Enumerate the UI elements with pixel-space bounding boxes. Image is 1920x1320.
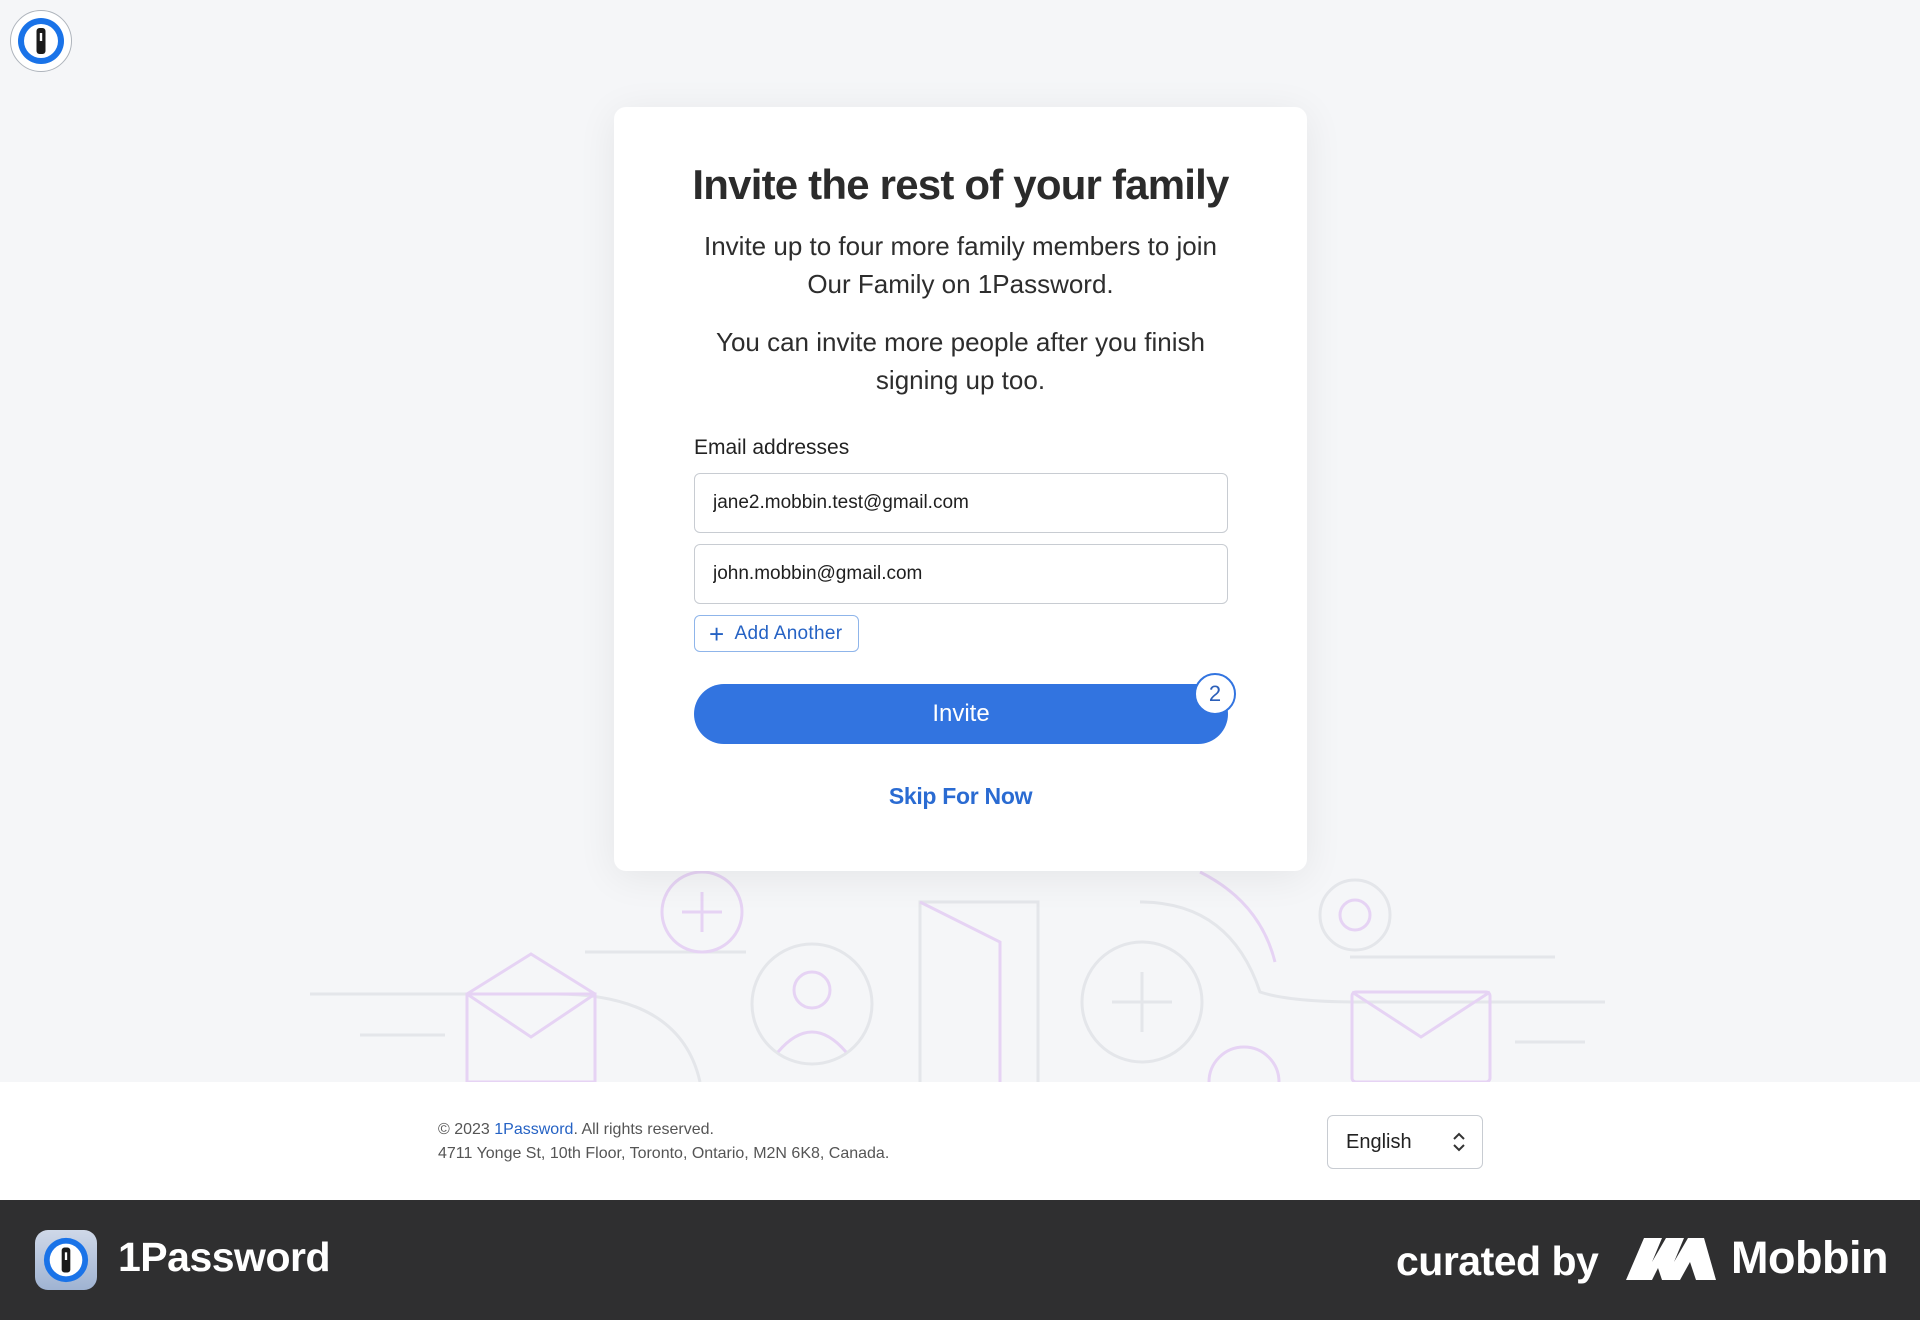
invite-count-badge: 2 [1194,673,1236,715]
1password-app-icon [35,1230,97,1290]
curator-name: Mobbin [1731,1232,1888,1283]
chevron-up-down-icon [1453,1132,1465,1152]
copyright-suffix: . All rights reserved. [573,1121,714,1138]
brand-bar: 1Password curated by Mobbin [0,1200,1920,1320]
invite-note: You can invite more people after you fin… [715,327,1205,395]
1password-link[interactable]: 1Password [494,1121,573,1138]
skip-for-now-link[interactable]: Skip For Now [614,783,1307,810]
email-field[interactable] [694,473,1228,533]
page-footer: © 2023 1Password. All rights reserved. 4… [0,1082,1920,1200]
add-another-label: Add Another [734,622,843,644]
plus-icon: + [709,618,725,649]
footer-address: 4711 Yonge St, 10th Floor, Toronto, Onta… [438,1145,890,1162]
invite-button[interactable]: Invite [694,684,1228,744]
copyright-prefix: © 2023 [438,1121,495,1138]
email-addresses-label: Email addresses [694,436,850,459]
email-field[interactable] [694,544,1228,604]
invite-description: Invite up to four more family members to… [704,231,1217,299]
background-illustration [310,870,1605,1082]
language-select[interactable]: English [1327,1115,1483,1169]
curated-by-text: curated by [1396,1238,1599,1284]
mobbin-logo-icon [1626,1238,1716,1280]
add-another-button[interactable]: + Add Another [694,615,860,652]
language-value: English [1346,1130,1412,1153]
invite-card: Invite the rest of your family Invite up… [614,107,1307,871]
1password-logo-icon[interactable] [10,10,72,72]
footer-copyright: © 2023 1Password. All rights reserved. 4… [438,1118,889,1166]
app-name: 1Password [118,1234,331,1280]
page-title: Invite the rest of your family [692,161,1229,208]
